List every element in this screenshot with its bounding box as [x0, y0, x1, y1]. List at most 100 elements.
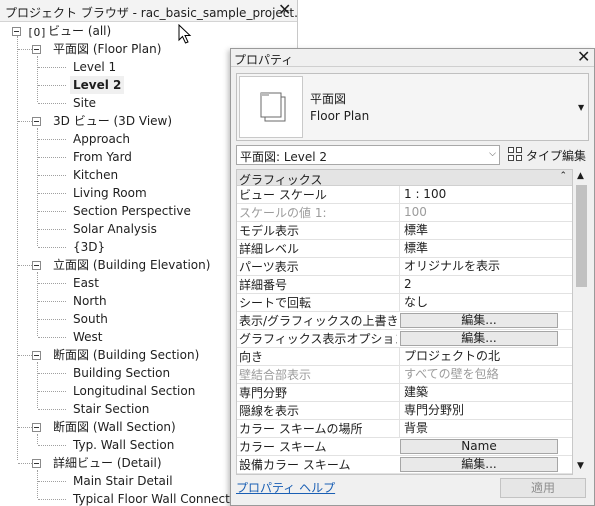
- property-name: 専門分野: [239, 386, 288, 400]
- property-row: グラフィックス表示オプション 編集...: [237, 330, 572, 348]
- tree-item-site[interactable]: Site: [73, 94, 96, 112]
- property-value[interactable]: プロジェクトの北: [399, 348, 572, 366]
- tree-item-main-stair-detail[interactable]: Main Stair Detail: [73, 472, 173, 490]
- property-value[interactable]: オリジナルを表示: [399, 258, 572, 276]
- property-row: 隠線を表示 専門分野別: [237, 402, 572, 420]
- edit-type-icon: [508, 147, 522, 161]
- collapse-toggle-wall-section[interactable]: [32, 423, 41, 432]
- property-name: 向き: [239, 350, 264, 364]
- property-value: すべての壁を包絡: [399, 366, 572, 384]
- tree-item-north[interactable]: North: [73, 292, 107, 310]
- property-row: 詳細番号 2: [237, 276, 572, 294]
- tree-group-detail[interactable]: 詳細ビュー (Detail): [53, 454, 162, 472]
- property-value: 100: [399, 204, 572, 222]
- close-icon[interactable]: ✕: [278, 1, 291, 19]
- property-value[interactable]: なし: [399, 294, 572, 312]
- property-name: シートで回転: [239, 296, 312, 310]
- tree-group-building-elevation[interactable]: 立面図 (Building Elevation): [53, 256, 210, 274]
- properties-scrollbar[interactable]: ▲ ▼: [573, 169, 590, 475]
- property-value[interactable]: 1 : 100: [399, 186, 572, 204]
- property-value[interactable]: 標準: [399, 222, 572, 240]
- collapse-toggle-floor-plan[interactable]: [32, 45, 41, 54]
- graphic-display-options-edit-button[interactable]: 編集...: [400, 331, 558, 346]
- collapse-toggle-building-elevation[interactable]: [32, 261, 41, 270]
- tree-item-level-1[interactable]: Level 1: [73, 58, 116, 76]
- type-selector[interactable]: 平面図 Floor Plan ▼: [236, 73, 589, 141]
- properties-help-link[interactable]: プロパティ ヘルプ: [236, 479, 335, 496]
- instance-filter-dropdown[interactable]: 平面図: Level 2 ⌵: [236, 145, 500, 165]
- property-row: シートで回転 なし: [237, 294, 572, 312]
- tree-group-building-section[interactable]: 断面図 (Building Section): [53, 346, 199, 364]
- tree-item-stair-section[interactable]: Stair Section: [73, 400, 149, 418]
- tree-item-south[interactable]: South: [73, 310, 108, 328]
- property-name: 詳細レベル: [239, 242, 300, 256]
- tree-item-section-perspective[interactable]: Section Perspective: [73, 202, 191, 220]
- project-browser-titlebar[interactable]: プロジェクト ブラウザ - rac_basic_sample_project.r…: [0, 0, 298, 22]
- scroll-down-icon[interactable]: ▼: [577, 461, 584, 471]
- chevron-down-icon: ⌵: [489, 149, 496, 159]
- tree-group-wall-section[interactable]: 断面図 (Wall Section): [53, 418, 176, 436]
- collapse-icon[interactable]: ⌃: [559, 171, 567, 181]
- tree-item-solar-analysis[interactable]: Solar Analysis: [73, 220, 157, 238]
- collapse-toggle-detail[interactable]: [32, 459, 41, 468]
- group-header-graphics[interactable]: グラフィックス ⌃: [237, 170, 572, 187]
- tree-item-longitudinal-section[interactable]: Longitudinal Section: [73, 382, 195, 400]
- properties-titlebar[interactable]: プロパティ ✕: [231, 48, 594, 67]
- property-row: ビュー スケール 1 : 100: [237, 186, 572, 204]
- type-name: 平面図 Floor Plan: [310, 91, 369, 125]
- tree-item-typ-wall-section[interactable]: Typ. Wall Section: [73, 436, 174, 454]
- vg-overrides-edit-button[interactable]: 編集...: [400, 313, 558, 328]
- color-scheme-button[interactable]: Name: [400, 439, 558, 454]
- property-name: 表示/グラフィックスの上書き: [239, 314, 397, 328]
- property-name: パーツ表示: [239, 260, 299, 274]
- tree-item-east[interactable]: East: [73, 274, 99, 292]
- property-name: 隠線を表示: [239, 404, 300, 418]
- property-value[interactable]: 建築: [399, 384, 572, 402]
- tree-item-approach[interactable]: Approach: [73, 130, 130, 148]
- tree-item-building-section[interactable]: Building Section: [73, 364, 170, 382]
- dropdown-arrow-icon[interactable]: ▼: [578, 103, 584, 112]
- property-row: 詳細レベル 標準: [237, 240, 572, 258]
- property-value[interactable]: 2: [399, 276, 572, 294]
- property-row: 専門分野 建築: [237, 384, 572, 402]
- scroll-up-icon[interactable]: ▲: [577, 171, 584, 181]
- properties-palette: プロパティ ✕ 平面図 Floor Plan ▼ 平面図: Level 2 ⌵ …: [230, 48, 595, 506]
- property-value[interactable]: 背景: [399, 420, 572, 438]
- views-icon: [O]: [27, 26, 47, 39]
- tree-item-3d[interactable]: {3D}: [73, 238, 105, 256]
- property-row: スケールの値 1: 100: [237, 204, 572, 222]
- system-color-scheme-edit-button[interactable]: 編集...: [400, 457, 558, 472]
- collapse-toggle-building-section[interactable]: [32, 351, 41, 360]
- tree-item-kitchen[interactable]: Kitchen: [73, 166, 118, 184]
- tree-group-floor-plan[interactable]: 平面図 (Floor Plan): [53, 40, 161, 58]
- tree-item-level-2[interactable]: Level 2: [70, 76, 125, 94]
- property-name: スケールの値 1:: [239, 206, 327, 220]
- type-name-label: Floor Plan: [310, 109, 370, 123]
- property-name: 壁結合部表示: [239, 368, 312, 382]
- tree-item-living-room[interactable]: Living Room: [73, 184, 147, 202]
- close-icon[interactable]: ✕: [577, 48, 590, 66]
- tree-item-west[interactable]: West: [73, 328, 103, 346]
- edit-type-button[interactable]: タイプ編集: [506, 144, 591, 166]
- collapse-toggle-3d-view[interactable]: [32, 117, 41, 126]
- project-browser-title: プロジェクト ブラウザ - rac_basic_sample_project.r…: [5, 6, 298, 20]
- scrollbar-thumb[interactable]: [576, 185, 587, 287]
- tree-root-views[interactable]: ビュー (all): [48, 22, 111, 40]
- property-value[interactable]: 専門分野別: [399, 402, 572, 420]
- property-row: パーツ表示 オリジナルを表示: [237, 258, 572, 276]
- property-row: カラー スキームの場所 背景: [237, 420, 572, 438]
- property-name: カラー スキームの場所: [239, 422, 363, 436]
- tree-item-typical-floor-wall-connection[interactable]: Typical Floor Wall Connection: [73, 490, 248, 506]
- property-row: 向き プロジェクトの北: [237, 348, 572, 366]
- property-row: 壁結合部表示 すべての壁を包絡: [237, 366, 572, 384]
- property-name: モデル表示: [239, 224, 300, 238]
- tree-group-3d-view[interactable]: 3D ビュー (3D View): [53, 112, 172, 130]
- property-row: 設備カラー スキーム 編集...: [237, 456, 572, 474]
- apply-button[interactable]: 適用: [500, 478, 586, 498]
- property-row: モデル表示 標準: [237, 222, 572, 240]
- collapse-toggle-root[interactable]: [12, 27, 21, 36]
- floor-plan-icon: [260, 92, 286, 122]
- property-value[interactable]: 標準: [399, 240, 572, 258]
- tree-item-from-yard[interactable]: From Yard: [73, 148, 132, 166]
- property-row: 表示/グラフィックスの上書き 編集...: [237, 312, 572, 330]
